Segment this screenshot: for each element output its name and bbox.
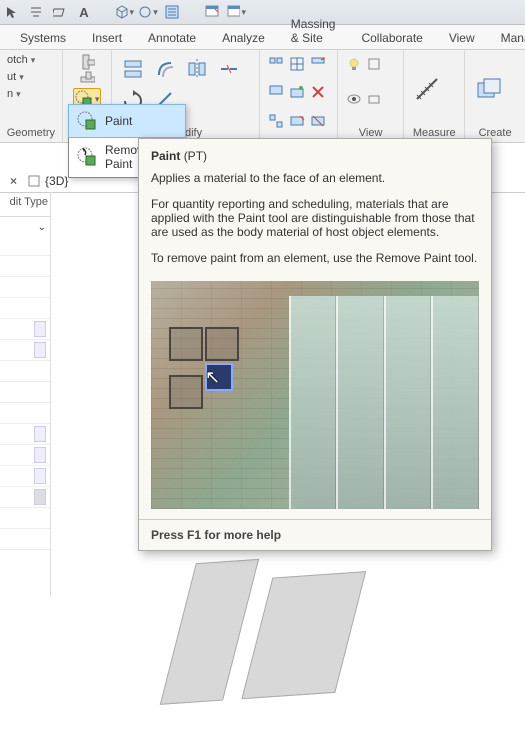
tab-systems[interactable]: Systems <box>8 27 78 49</box>
expand-icon[interactable]: ⌄ <box>38 222 46 233</box>
align-tool-icon[interactable] <box>119 55 147 83</box>
tab-collaborate[interactable]: Collaborate <box>349 27 434 49</box>
close-view-button[interactable]: × <box>4 172 23 190</box>
paint-icon <box>77 111 97 131</box>
property-row[interactable] <box>0 508 50 529</box>
paint-label: Paint <box>105 114 132 128</box>
shape-icon[interactable]: ▾ <box>138 2 158 22</box>
hide-icon[interactable] <box>366 91 382 107</box>
property-row[interactable] <box>0 382 50 403</box>
notch-label: otch <box>7 54 28 66</box>
tooltip-shortcut: (PT) <box>184 149 207 163</box>
property-row[interactable] <box>0 298 50 319</box>
property-row[interactable] <box>0 235 50 256</box>
geometry-panel-label: Geometry <box>7 126 55 140</box>
properties-panel: dit Type ⌄ <box>0 192 51 597</box>
property-row[interactable] <box>0 424 50 445</box>
property-row[interactable] <box>0 487 50 508</box>
split-tool-icon[interactable] <box>215 55 243 83</box>
notch-button[interactable]: otch▾ <box>4 52 38 68</box>
property-row[interactable] <box>0 256 50 277</box>
tab-massing[interactable]: Massing & Site <box>279 13 348 49</box>
grid7-icon[interactable] <box>289 113 305 129</box>
cut-button[interactable]: ut▾ <box>4 69 27 85</box>
tab-insert[interactable]: Insert <box>80 27 134 49</box>
property-row[interactable] <box>0 277 50 298</box>
ribbon-tab-bar: Systems Insert Annotate Analyze Massing … <box>0 25 525 50</box>
tooltip-line2: For quantity reporting and scheduling, m… <box>151 197 479 239</box>
delete-icon[interactable] <box>310 84 326 100</box>
join-label: n <box>7 88 13 100</box>
tooltip-footer: Press F1 for more help <box>139 519 491 550</box>
cursor-icon: ↖ <box>205 367 220 388</box>
tooltip-line3: To remove paint from an element, use the… <box>151 251 479 265</box>
property-row[interactable] <box>0 445 50 466</box>
beam-join-icon[interactable] <box>79 71 95 87</box>
property-row[interactable] <box>0 529 50 550</box>
bulb-icon[interactable] <box>346 56 362 72</box>
grid3-icon[interactable] <box>310 56 326 72</box>
align-icon[interactable] <box>26 2 46 22</box>
window1-icon[interactable] <box>202 2 222 22</box>
create-icon[interactable] <box>474 75 502 103</box>
grid2-icon[interactable] <box>289 56 305 72</box>
grid1-icon[interactable] <box>268 56 284 72</box>
grid4-icon[interactable] <box>268 84 284 100</box>
select-icon[interactable] <box>2 2 22 22</box>
grid5-icon[interactable] <box>289 84 305 100</box>
join-button[interactable]: n▾ <box>4 86 24 102</box>
property-row[interactable] <box>0 361 50 382</box>
eye-icon[interactable] <box>346 91 362 107</box>
cut-label: ut <box>7 71 16 83</box>
window2-icon[interactable]: ▾ <box>226 2 246 22</box>
workplane-icon[interactable] <box>50 2 70 22</box>
offset-tool-icon[interactable] <box>151 55 179 83</box>
property-row[interactable] <box>0 403 50 424</box>
list-toggle-icon[interactable] <box>162 2 182 22</box>
property-row[interactable] <box>0 319 50 340</box>
tooltip-image: ↖ <box>151 281 479 509</box>
text-icon[interactable]: A <box>74 2 94 22</box>
filter-icon[interactable] <box>366 56 382 72</box>
tab-manage[interactable]: Manage <box>489 27 525 49</box>
tab-view[interactable]: View <box>437 27 487 49</box>
cube-icon[interactable]: ▾ <box>114 2 134 22</box>
tooltip: Paint (PT) Applies a material to the fac… <box>138 138 492 551</box>
wall-join-icon[interactable] <box>79 54 95 70</box>
property-row[interactable] <box>0 340 50 361</box>
quick-access-toolbar: A ▾ ▾ ▾ <box>0 0 525 25</box>
tab-annotate[interactable]: Annotate <box>136 27 208 49</box>
grid8-icon[interactable] <box>310 113 326 129</box>
dropdown-paint[interactable]: Paint <box>68 104 186 138</box>
tab-analyze[interactable]: Analyze <box>210 27 277 49</box>
edit-type-button[interactable]: dit Type <box>0 192 50 217</box>
tooltip-line1: Applies a material to the face of an ele… <box>151 171 479 185</box>
view-3d-tab[interactable]: {3D} <box>45 174 68 188</box>
grid6-icon[interactable] <box>268 113 284 129</box>
tooltip-title: Paint <box>151 149 180 163</box>
view-sheet-icon <box>27 174 41 188</box>
property-row[interactable] <box>0 466 50 487</box>
measure-icon[interactable] <box>413 75 441 103</box>
mirror-tool-icon[interactable] <box>183 55 211 83</box>
remove-paint-icon <box>77 147 97 167</box>
